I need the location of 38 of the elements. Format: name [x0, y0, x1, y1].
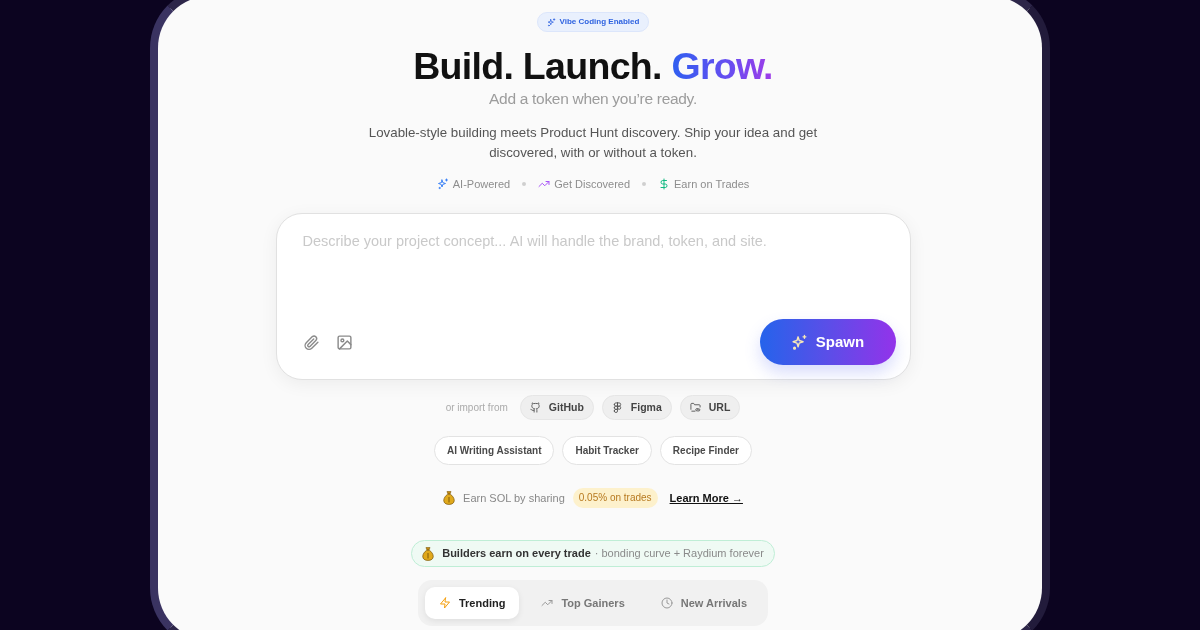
paperclip-icon[interactable] [302, 333, 320, 351]
import-source-button[interactable]: URL [679, 395, 741, 420]
tab[interactable]: New Arrivals [646, 587, 762, 619]
suggestion-button[interactable]: AI Writing Assistant [434, 436, 555, 465]
tab[interactable]: Trending [424, 587, 520, 619]
import-source-button[interactable]: Figma [601, 395, 672, 420]
status-label: Vibe Coding Enabled [559, 17, 640, 27]
suggestion-button[interactable]: Habit Tracker [562, 436, 652, 465]
banner-headline: Builders earn on every trade [442, 546, 591, 562]
feature-label: Get Discovered [554, 177, 631, 192]
rate-tag: 0.05% on trades [572, 488, 658, 508]
money-bag-icon [422, 546, 435, 561]
dollar-icon [658, 178, 671, 190]
sparkles-icon [436, 178, 449, 190]
tab[interactable]: Top Gainers [527, 587, 639, 619]
sparkle-icon [546, 17, 556, 27]
import-label: or import from [445, 401, 508, 415]
lightning-icon [438, 597, 451, 609]
folder-link-icon [689, 402, 701, 413]
trending-up-icon [541, 597, 554, 609]
hero-description: Lovable-style building meets Product Hunt discovery. Ship your idea and get discovered, with or without a token. [367, 124, 819, 162]
referral-text: Earn SOL by sharing [463, 491, 565, 506]
import-source-button[interactable]: GitHub [519, 395, 594, 420]
feature-label: AI-Powered [452, 177, 511, 192]
image-icon[interactable] [335, 333, 353, 351]
feature-label: Earn on Trades [674, 177, 750, 192]
learn-more-link[interactable]: Learn More → [669, 489, 743, 507]
clock-icon [660, 597, 673, 609]
suggestion-button[interactable]: Recipe Finder [659, 436, 752, 465]
github-icon [529, 402, 541, 413]
trending-up-icon [538, 178, 551, 190]
sparkle-icon [790, 333, 808, 351]
hero-subtitle: Add a token when you’re ready. [489, 89, 697, 109]
hero-title: Build. Launch. Grow. [413, 44, 773, 88]
figma-icon [611, 402, 623, 413]
money-bag-icon [443, 491, 456, 505]
banner-detail: · bonding curve + Raydium forever [594, 546, 764, 562]
spawn-button[interactable]: Spawn [759, 319, 896, 365]
